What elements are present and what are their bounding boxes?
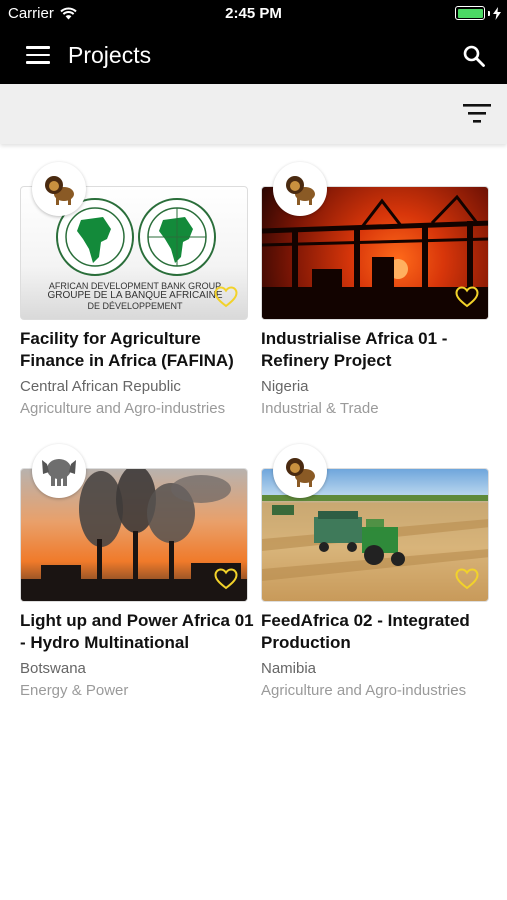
favorite-heart-icon[interactable] — [455, 568, 479, 590]
project-title: Industrialise Africa 01 - Refinery Proje… — [261, 329, 448, 370]
battery-indicator — [455, 6, 501, 20]
elephant-icon — [32, 444, 86, 498]
favorite-heart-icon[interactable] — [214, 568, 238, 590]
lion-icon — [273, 444, 327, 498]
filter-bar — [0, 84, 507, 144]
project-title: Light up and Power Africa 01 - Hydro Mul… — [20, 611, 254, 652]
clock: 2:45 PM — [225, 5, 282, 22]
hamburger-menu-icon[interactable] — [26, 46, 50, 66]
charging-bolt-icon — [493, 6, 501, 20]
lion-icon — [32, 162, 86, 216]
project-title: Facility for Agriculture Finance in Afri… — [20, 329, 234, 370]
status-bar: Carrier 2:45 PM — [0, 0, 507, 28]
project-sector: Industrial & Trade — [261, 400, 379, 417]
project-country: Central African Republic — [20, 378, 181, 395]
favorite-heart-icon[interactable] — [214, 286, 238, 308]
app-header: Projects — [0, 28, 507, 84]
project-sector: Energy & Power — [20, 682, 129, 699]
project-title: FeedAfrica 02 - Integrated Production — [261, 611, 470, 652]
filter-icon[interactable] — [463, 104, 491, 124]
project-sector: Agriculture and Agro-industries — [20, 400, 226, 417]
lion-icon — [273, 162, 327, 216]
project-country: Namibia — [261, 660, 317, 677]
project-country: Nigeria — [261, 378, 309, 395]
search-icon[interactable] — [463, 45, 485, 67]
project-sector: Agriculture and Agro-industries — [261, 682, 467, 699]
favorite-heart-icon[interactable] — [455, 286, 479, 308]
battery-icon — [455, 6, 485, 20]
project-country: Botswana — [20, 660, 86, 677]
page-title: Projects — [68, 42, 152, 68]
